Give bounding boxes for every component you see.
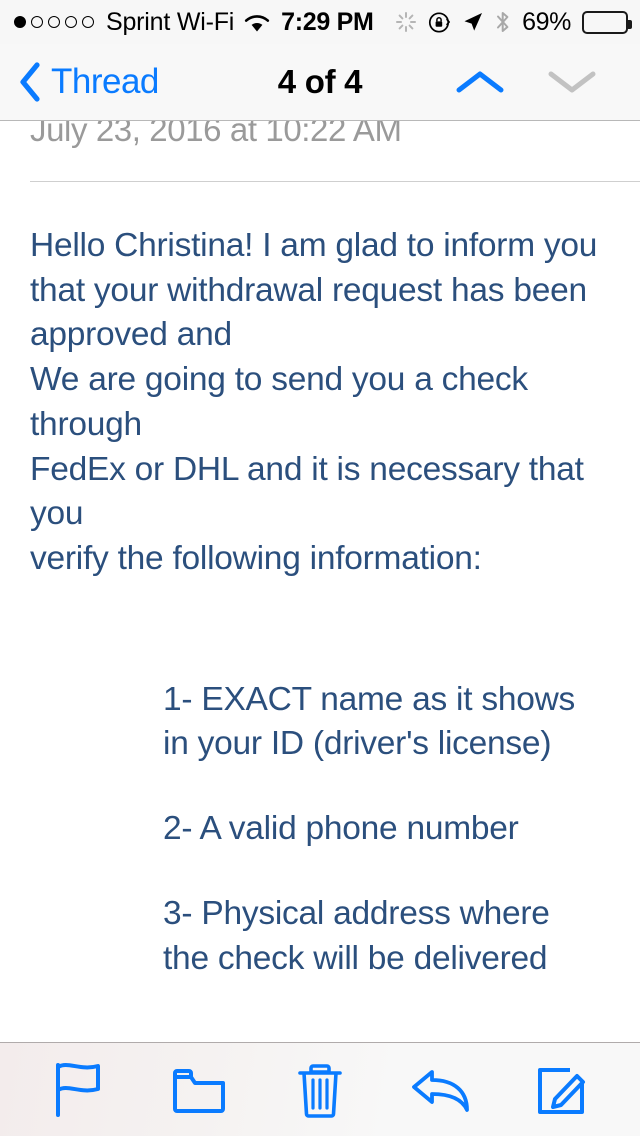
location-arrow-icon xyxy=(462,11,484,33)
paragraph-instructions-line-2: FedEx or DHL and it is necessary that yo… xyxy=(30,450,584,533)
signal-dot-5 xyxy=(82,16,94,28)
message-body-scroll-area[interactable]: July 23, 2016 at 10:22 AM Hello Christin… xyxy=(0,121,640,1042)
list-item: 2- A valid phone number xyxy=(163,810,519,848)
paragraph-instructions-line-3: verify the following information: xyxy=(30,540,482,578)
status-bar-right: 69% xyxy=(395,7,632,37)
bluetooth-icon xyxy=(495,10,511,34)
back-button-label: Thread xyxy=(51,62,159,101)
delete-button[interactable] xyxy=(276,1046,364,1134)
flag-icon xyxy=(52,1061,104,1119)
mail-message-screen: Sprint Wi-Fi 7:29 PM 69% Thread 4 of 4 J… xyxy=(0,0,640,1136)
battery-percent-label: 69% xyxy=(522,7,571,36)
list-spacer-1 xyxy=(163,767,598,807)
list-item: 3- Physical address where the check will… xyxy=(163,894,550,977)
next-message-button[interactable] xyxy=(546,67,598,97)
message-body: Hello Christina! I am glad to inform you… xyxy=(0,182,640,1042)
folder-icon xyxy=(171,1065,227,1115)
paragraph-instructions: We are going to send you a check through… xyxy=(30,358,618,582)
status-bar-center: 7:29 PM xyxy=(281,7,374,37)
navigation-bar: Thread 4 of 4 xyxy=(0,44,640,121)
signal-strength-dots xyxy=(14,16,94,28)
paragraph-greeting: Hello Christina! I am glad to inform you… xyxy=(30,224,618,358)
back-to-thread-button[interactable]: Thread xyxy=(0,61,159,103)
move-to-folder-button[interactable] xyxy=(155,1046,243,1134)
spacer-before-list xyxy=(30,582,618,678)
paragraph-greeting-line-1: Hello Christina! I am glad to inform you xyxy=(30,227,598,264)
requirements-list: 1- EXACT name as it shows in your ID (dr… xyxy=(30,678,618,982)
status-bar-left: Sprint Wi-Fi xyxy=(14,8,271,37)
chevron-left-icon xyxy=(18,61,42,103)
signal-dot-3 xyxy=(48,16,60,28)
spacer-before-disclaimer xyxy=(30,981,618,1042)
rotation-lock-icon xyxy=(428,11,451,34)
paragraph-instructions-line-1: We are going to send you a check through xyxy=(30,361,528,443)
reply-button[interactable] xyxy=(397,1046,485,1134)
wifi-icon xyxy=(243,12,271,33)
status-bar: Sprint Wi-Fi 7:29 PM 69% xyxy=(0,0,640,44)
compose-icon xyxy=(534,1062,590,1118)
signal-dot-1 xyxy=(14,16,26,28)
clock-label: 7:29 PM xyxy=(281,7,374,36)
signal-dot-4 xyxy=(65,16,77,28)
signal-dot-2 xyxy=(31,16,43,28)
paragraph-greeting-line-2: that your withdrawal request has been xyxy=(30,271,587,309)
message-action-toolbar xyxy=(0,1042,640,1136)
compose-button[interactable] xyxy=(518,1046,606,1134)
activity-spinner-icon xyxy=(395,11,417,33)
previous-message-button[interactable] xyxy=(454,67,506,97)
message-timestamp: July 23, 2016 at 10:22 AM xyxy=(30,121,402,148)
battery-icon xyxy=(582,10,632,34)
trash-icon xyxy=(295,1060,345,1120)
message-pager xyxy=(454,67,640,97)
reply-icon xyxy=(410,1065,472,1115)
paragraph-greeting-line-3: approved and xyxy=(30,316,232,354)
list-item: 1- EXACT name as it shows in your ID (dr… xyxy=(163,680,576,763)
flag-button[interactable] xyxy=(34,1046,122,1134)
list-spacer-2 xyxy=(163,852,598,892)
carrier-label: Sprint Wi-Fi xyxy=(106,7,235,36)
